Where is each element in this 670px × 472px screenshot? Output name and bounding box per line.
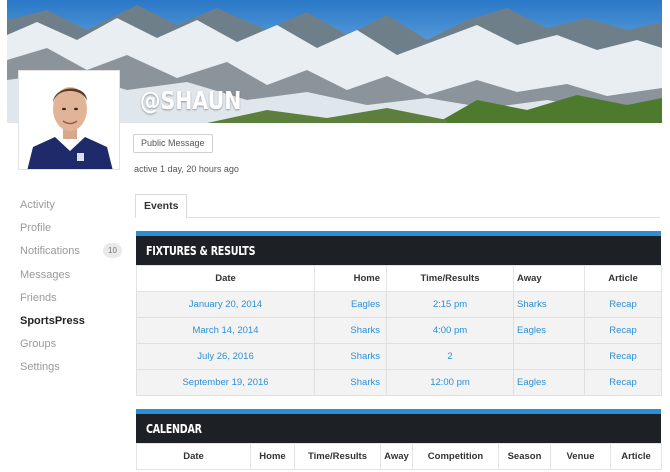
sidebar-item-label: Groups (20, 338, 57, 351)
column-header-away[interactable]: Away (380, 443, 413, 470)
profile-username: @SHAUN (140, 86, 242, 115)
public-message-button[interactable]: Public Message (133, 134, 213, 153)
time-result-link[interactable]: 2 (386, 343, 514, 370)
sidebar-item-label: Activity (20, 199, 55, 211)
column-header-away[interactable]: Away (513, 265, 585, 292)
sidebar-item-settings[interactable]: Settings (20, 359, 124, 382)
article-link[interactable]: Recap (584, 369, 662, 396)
date-link[interactable]: September 19, 2016 (136, 369, 315, 396)
time-result-link[interactable]: 2:15 pm (386, 291, 514, 318)
calendar-title-text: CALENDAR (146, 421, 202, 436)
table-row: September 19, 2016 Sharks 12:00 pm Eagle… (136, 369, 662, 396)
sidebar-item-profile[interactable]: Profile (20, 220, 124, 243)
column-header-competition[interactable]: Competition (412, 443, 499, 470)
calendar-table: Date Home Time/Results Away Competition … (136, 443, 662, 470)
sidebar-item-label: Settings (20, 361, 60, 374)
table-row: July 26, 2016 Sharks 2 Recap (136, 343, 662, 370)
sidebar-item-label: Friends (20, 291, 57, 304)
fixtures-results-block: FIXTURES & RESULTS Date Home Time/Result… (136, 231, 662, 396)
fixtures-table: Date Home Time/Results Away Article Janu… (136, 265, 662, 396)
sidebar-item-label: SportsPress (20, 314, 85, 327)
date-link[interactable]: March 14, 2014 (136, 317, 315, 344)
home-team-link[interactable]: Eagles (314, 291, 387, 318)
calendar-title: CALENDAR (136, 409, 661, 443)
home-team-link[interactable]: Sharks (314, 317, 387, 344)
sidebar-item-messages[interactable]: Messages (20, 267, 124, 290)
column-header-article[interactable]: Article (610, 443, 662, 470)
sidebar-item-groups[interactable]: Groups (20, 336, 124, 359)
time-result-link[interactable]: 4:00 pm (386, 317, 514, 344)
sidebar-item-friends[interactable]: Friends (20, 290, 124, 313)
article-link[interactable]: Recap (584, 317, 662, 344)
column-header-home[interactable]: Home (314, 265, 387, 292)
column-header-date[interactable]: Date (136, 443, 251, 470)
table-header-row: Date Home Time/Results Away Competition … (136, 443, 662, 470)
column-header-article[interactable]: Article (584, 265, 662, 292)
date-link[interactable]: January 20, 2014 (136, 291, 315, 318)
table-header-row: Date Home Time/Results Away Article (136, 265, 662, 292)
sidebar-item-label: Profile (20, 222, 52, 235)
away-team-link[interactable]: Eagles (513, 369, 585, 396)
table-row: January 20, 2014 Eagles 2:15 pm Sharks R… (136, 291, 662, 318)
calendar-block: CALENDAR Date Home Time/Results Away Com… (136, 409, 662, 470)
date-link[interactable]: July 26, 2016 (136, 343, 315, 370)
away-team-link[interactable]: Sharks (513, 291, 585, 318)
column-header-home[interactable]: Home (250, 443, 295, 470)
sidebar-item-label: Notifications (20, 245, 80, 258)
fixtures-title-text: FIXTURES & RESULTS (146, 243, 256, 258)
avatar[interactable] (18, 70, 120, 170)
notifications-count-badge: 10 (103, 243, 122, 259)
table-row: March 14, 2014 Sharks 4:00 pm Eagles Rec… (136, 317, 662, 344)
away-team-link[interactable]: Eagles (513, 317, 585, 344)
home-team-link[interactable]: Sharks (314, 369, 387, 396)
article-link[interactable]: Recap (584, 291, 662, 318)
home-team-link[interactable]: Sharks (314, 343, 387, 370)
column-header-time-results[interactable]: Time/Results (386, 265, 514, 292)
sidebar-item-notifications[interactable]: Notifications 10 (20, 243, 124, 266)
time-result-link[interactable]: 12:00 pm (386, 369, 514, 396)
sidebar-item-label: Messages (20, 268, 71, 281)
away-team-link (513, 343, 585, 370)
subnav-tabs: Events (135, 194, 660, 218)
tab-events[interactable]: Events (135, 194, 188, 218)
column-header-date[interactable]: Date (136, 265, 315, 292)
column-header-time-results[interactable]: Time/Results (294, 443, 381, 470)
sidebar-item-sportspress[interactable]: SportsPress (20, 313, 124, 336)
column-header-venue[interactable]: Venue (550, 443, 611, 470)
user-photo (19, 71, 119, 169)
article-link[interactable]: Recap (584, 343, 662, 370)
fixtures-title: FIXTURES & RESULTS (136, 231, 661, 265)
activity-status: active 1 day, 20 hours ago (134, 164, 239, 174)
sidebar-item-activity[interactable]: Activity (20, 197, 124, 220)
column-header-season[interactable]: Season (498, 443, 551, 470)
sidebar-nav: Activity Profile Notifications 10 Message… (20, 197, 124, 383)
